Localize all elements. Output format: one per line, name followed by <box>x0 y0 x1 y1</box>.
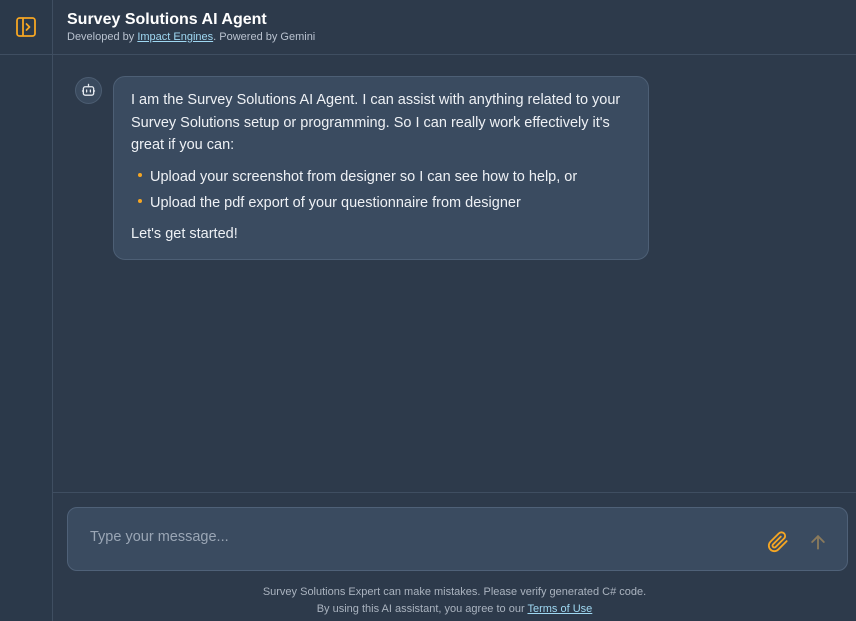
arrow-up-icon <box>811 535 825 550</box>
message-outro: Let's get started! <box>131 225 238 242</box>
chat-area[interactable]: I am the Survey Solutions AI Agent. I ca… <box>53 55 856 492</box>
message-composer <box>67 507 848 571</box>
sidebar-toggle-button[interactable] <box>14 15 38 39</box>
app-root: Survey Solutions AI Agent Developed by I… <box>0 0 856 621</box>
message-input[interactable] <box>88 526 728 548</box>
composer-area: Survey Solutions Expert can make mistake… <box>53 492 856 621</box>
terms-prefix: By using this AI assistant, you agree to… <box>316 603 528 615</box>
header: Survey Solutions AI Agent Developed by I… <box>53 0 856 55</box>
list-item: Upload your screenshot from designer so … <box>131 164 631 190</box>
list-item: Upload the pdf export of your questionna… <box>131 190 631 216</box>
attach-button[interactable] <box>766 530 790 554</box>
subtitle-suffix: . Powered by Gemini <box>213 31 316 43</box>
paperclip-icon <box>767 531 788 553</box>
assistant-avatar <box>75 77 102 104</box>
message-intro: I am the Survey Solutions AI Agent. I ca… <box>131 92 621 153</box>
terms-line: By using this AI assistant, you agree to… <box>53 601 856 618</box>
sidebar-toggle-icon <box>16 17 36 37</box>
sidebar-top <box>0 0 52 55</box>
assistant-message: I am the Survey Solutions AI Agent. I ca… <box>113 76 649 260</box>
subtitle-prefix: Developed by <box>67 31 138 43</box>
disclaimer: Survey Solutions Expert can make mistake… <box>53 584 856 618</box>
developer-link[interactable]: Impact Engines <box>137 31 213 43</box>
send-button[interactable] <box>806 530 830 554</box>
sidebar <box>0 0 53 621</box>
header-subtitle: Developed by Impact Engines. Powered by … <box>67 30 842 44</box>
page-title: Survey Solutions AI Agent <box>67 11 267 28</box>
terms-link[interactable]: Terms of Use <box>527 603 592 615</box>
bot-icon <box>81 83 96 96</box>
disclaimer-line: Survey Solutions Expert can make mistake… <box>262 586 647 598</box>
message-bullets: Upload your screenshot from designer so … <box>131 164 631 216</box>
